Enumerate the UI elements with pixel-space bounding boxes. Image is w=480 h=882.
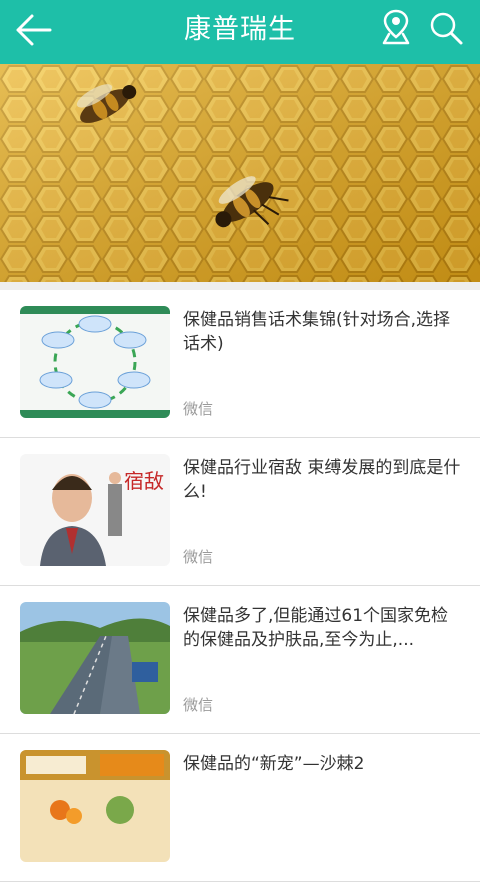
banner-carousel[interactable] (0, 64, 480, 282)
article-thumbnail (20, 306, 170, 418)
honeycomb-bee-image (0, 64, 480, 282)
article-title: 保健品的“新宠”—沙棘2 (183, 754, 365, 774)
location-button[interactable] (380, 9, 412, 45)
article-title: 保健品多了,但能通过61个国家免检的保健品及护肤品,至今为止,... (183, 606, 449, 650)
article-thumbnail: 宿敌 (20, 454, 170, 566)
search-icon (430, 12, 463, 45)
article-source: 微信 (183, 696, 214, 714)
map-pin-icon (382, 9, 410, 45)
svg-text:宿敌: 宿敌 (124, 469, 164, 493)
article-thumbnail (20, 602, 170, 714)
list-item[interactable]: 保健品多了,但能通过61个国家免检的保健品及护肤品,至今为止,... 微信 (0, 586, 480, 734)
section-divider (0, 282, 480, 290)
article-source: 微信 (183, 400, 214, 418)
search-button[interactable] (428, 10, 464, 46)
article-title: 保健品行业宿敌 束缚发展的到底是什么! (183, 458, 461, 502)
article-source: 微信 (183, 548, 214, 566)
app-header: 康普瑞生 (0, 0, 480, 64)
list-item[interactable]: 宿敌 保健品行业宿敌 束缚发展的到底是什么! 微信 (0, 438, 480, 586)
article-title: 保健品销售话术集锦(针对场合,选择话术) (183, 310, 451, 354)
list-item[interactable]: 保健品的“新宠”—沙棘2 (0, 734, 480, 882)
list-item[interactable]: 保健品销售话术集锦(针对场合,选择话术) 微信 (0, 290, 480, 438)
article-thumbnail (20, 750, 170, 862)
